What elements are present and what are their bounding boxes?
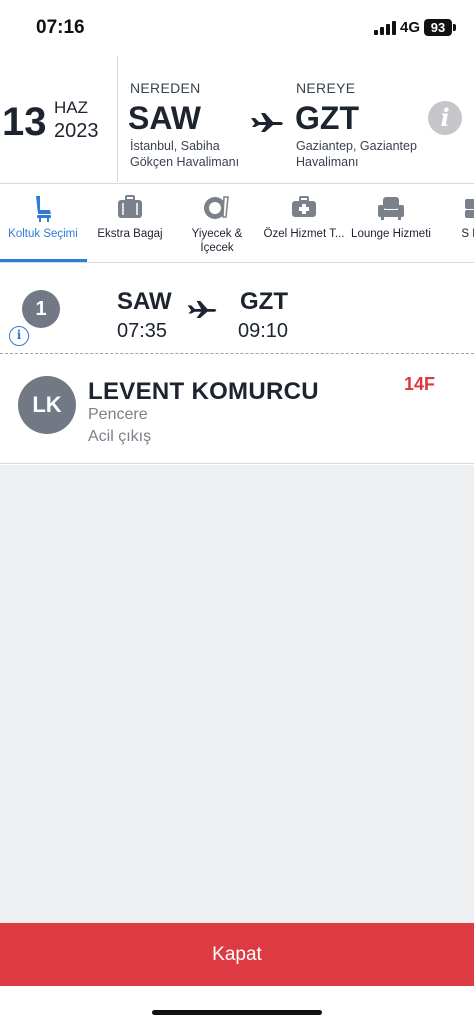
tab-label: Özel Hizmet T...: [263, 228, 345, 240]
tab-more[interactable]: S Ekip: [435, 185, 474, 262]
passenger-name: LEVENT KOMURCU: [88, 378, 319, 405]
close-button[interactable]: Kapat: [0, 923, 474, 986]
service-tabs: Koltuk Seçimi Ekstra Bagaj Yiyecek & İçe…: [0, 185, 474, 263]
destination-label: NEREYE: [296, 80, 356, 96]
seat-number: 14F: [404, 374, 436, 394]
tab-label: Yiyecek & İçecek: [191, 228, 243, 254]
segment-arrival-time: 09:10: [238, 320, 289, 342]
home-indicator: [152, 1010, 322, 1015]
avatar: LK: [18, 376, 76, 434]
tab-lounge[interactable]: Lounge Hizmeti: [348, 185, 434, 262]
battery-tip: [453, 24, 456, 31]
tab-special-service[interactable]: Özel Hizmet T...: [261, 185, 347, 262]
airplane-icon: [251, 113, 283, 132]
tab-label: Lounge Hizmeti: [351, 228, 431, 240]
extra-icon: [465, 199, 474, 218]
battery-icon: 93: [424, 19, 452, 36]
origin-label: NEREDEN: [130, 80, 201, 96]
status-time: 07:16: [36, 17, 85, 38]
origin-airport-name: İstanbul, Sabiha Gökçen Havalimanı: [130, 139, 240, 169]
flight-year: 2023: [54, 120, 99, 142]
segment-number-badge: 1: [22, 290, 60, 328]
origin-code: SAW: [128, 100, 201, 136]
destination-code: GZT: [295, 100, 359, 136]
flight-segment: 1 i SAW 07:35 GZT 09:10: [0, 264, 474, 354]
segment-origin-code: SAW: [117, 288, 172, 315]
tab-food-drink[interactable]: Yiyecek & İçecek: [174, 185, 260, 262]
signal-icon: [374, 21, 396, 35]
segment-departure-time: 07:35: [117, 320, 168, 342]
passenger-row[interactable]: LK LEVENT KOMURCU Pencere Acil çıkış 14F: [0, 356, 474, 464]
seat-type: Pencere: [88, 406, 148, 423]
flight-month: HAZ: [54, 98, 88, 117]
airplane-icon: [187, 300, 217, 318]
seat-exit-label: Acil çıkış: [88, 428, 152, 445]
seat-icon: [36, 196, 51, 222]
header-divider: [117, 56, 118, 182]
active-tab-indicator: [0, 259, 87, 262]
luggage-icon: [118, 195, 142, 218]
food-drink-icon: [204, 196, 229, 219]
lounge-icon: [378, 197, 404, 220]
tab-label: Ekstra Bagaj: [97, 228, 163, 240]
status-bar: 07:16 4G 93: [0, 0, 474, 52]
content-background: [0, 465, 474, 923]
special-service-icon: [292, 196, 316, 217]
tab-seat-selection[interactable]: Koltuk Seçimi: [0, 185, 87, 262]
info-icon[interactable]: i: [428, 101, 462, 135]
segment-info-icon[interactable]: i: [9, 326, 29, 346]
tab-label: S Ekip: [461, 228, 474, 240]
tab-label: Koltuk Seçimi: [8, 228, 78, 240]
flight-header: 13 HAZ 2023 NEREDEN SAW İstanbul, Sabiha…: [0, 56, 474, 184]
tab-extra-baggage[interactable]: Ekstra Bagaj: [87, 185, 173, 262]
network-type: 4G: [400, 19, 421, 36]
destination-airport-name: Gaziantep, Gaziantep Havalimanı: [296, 139, 417, 169]
flight-day: 13: [2, 100, 47, 144]
segment-destination-code: GZT: [240, 288, 288, 315]
